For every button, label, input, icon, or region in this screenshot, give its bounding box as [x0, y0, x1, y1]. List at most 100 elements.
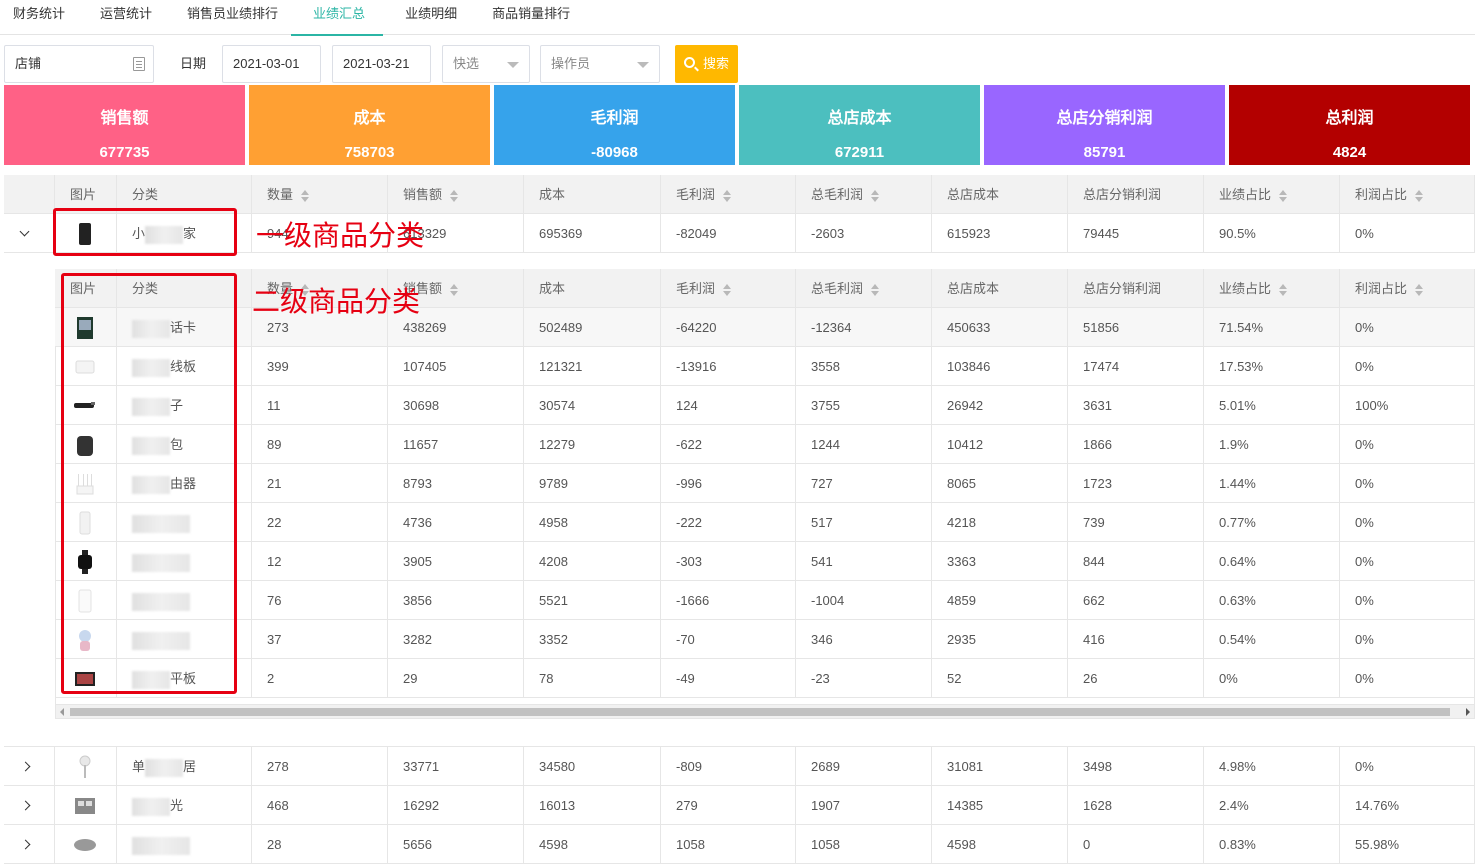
- value-cell-总店成本: 52: [932, 659, 1068, 698]
- secondary-row[interactable]: 76 3856 5521 -1666 -1004 4859 662 0.63% 0%: [55, 581, 1475, 620]
- column-header-10[interactable]: 利润占比: [1340, 175, 1475, 214]
- tab-performance-summary[interactable]: 业绩汇总: [291, 0, 384, 36]
- secondary-row[interactable]: 由器 21 8793 9789 -996 727 8065 1723 1.44% 0%: [55, 464, 1475, 503]
- value-cell-利润占比: 0%: [1340, 542, 1475, 581]
- category-name-tail: 光: [170, 798, 184, 813]
- column-header-4: 成本: [524, 175, 661, 214]
- column-header-label: 业绩占比: [1219, 281, 1272, 296]
- value-cell-数量: 278: [252, 747, 388, 786]
- sort-icon[interactable]: [1279, 189, 1288, 202]
- secondary-row[interactable]: 线板 399 107405 121321 -13916 3558 103846 17474 17…: [55, 347, 1475, 386]
- value-cell-利润占比: 0%: [1340, 214, 1475, 253]
- sort-icon[interactable]: [723, 283, 732, 296]
- sort-icon[interactable]: [450, 189, 459, 202]
- value-cell-总店分销利润: 739: [1068, 503, 1204, 542]
- redacted-text: [145, 758, 184, 777]
- expand-toggle[interactable]: [4, 214, 55, 253]
- secondary-row[interactable]: 子 11 30698 30574 124 3755 26942 3631 5.01% 100%: [55, 386, 1475, 425]
- sort-icon[interactable]: [450, 283, 459, 296]
- store-select[interactable]: 店铺: [4, 45, 154, 83]
- tab-salesperson-ranking[interactable]: 销售员业绩排行: [165, 0, 291, 35]
- sort-icon[interactable]: [871, 283, 880, 296]
- value-cell-毛利润: -64220: [661, 308, 796, 347]
- tab-product-sales-ranking[interactable]: 商品销量排行: [470, 0, 583, 35]
- sort-icon[interactable]: [1279, 283, 1288, 296]
- scroll-left-icon[interactable]: [60, 708, 64, 716]
- tab-performance-detail[interactable]: 业绩明细: [383, 0, 470, 35]
- value-cell-总店分销利润: 1866: [1068, 425, 1204, 464]
- date-end-input[interactable]: 2021-03-21: [332, 45, 431, 83]
- value-cell-利润占比: 0%: [1340, 464, 1475, 503]
- column-header-9[interactable]: 业绩占比: [1204, 269, 1340, 308]
- value-cell-总店分销利润: 79445: [1068, 214, 1204, 253]
- column-header-2[interactable]: 数量: [252, 175, 388, 214]
- value-cell-总店分销利润: 0: [1068, 825, 1204, 864]
- value-cell-数量: 11: [252, 386, 388, 425]
- secondary-row[interactable]: 37 3282 3352 -70 346 2935 416 0.54% 0%: [55, 620, 1475, 659]
- horizontal-scrollbar[interactable]: [56, 704, 1474, 718]
- tab-finance[interactable]: 财务统计: [0, 0, 78, 35]
- column-header-label: 总店分销利润: [1083, 187, 1162, 202]
- column-header-6[interactable]: 总毛利润: [796, 175, 932, 214]
- value-cell-业绩占比: 0.83%: [1204, 825, 1340, 864]
- column-header-3[interactable]: 销售额: [388, 175, 524, 214]
- primary-row[interactable]: 光 468 16292 16013 279 1907 14385 1628 2.4% 14.76%: [4, 786, 1475, 825]
- secondary-row[interactable]: 包 89 11657 12279 -622 1244 10412 1866 1.9% 0%: [55, 425, 1475, 464]
- value-cell-销售额: 3905: [388, 542, 524, 581]
- sort-icon[interactable]: [871, 189, 880, 202]
- value-cell-成本: 12279: [524, 425, 661, 464]
- date-start-input[interactable]: 2021-03-01: [222, 45, 321, 83]
- primary-row[interactable]: 28 5656 4598 1058 1058 4598 0 0.83% 55.98%: [4, 825, 1475, 864]
- value-cell-总店成本: 103846: [932, 347, 1068, 386]
- value-cell-成本: 30574: [524, 386, 661, 425]
- column-header-6[interactable]: 总毛利润: [796, 269, 932, 308]
- value-cell-销售额: 30698: [388, 386, 524, 425]
- expand-toggle[interactable]: [4, 747, 55, 786]
- column-header-5[interactable]: 毛利润: [661, 269, 796, 308]
- value-cell-总店分销利润: 17474: [1068, 347, 1204, 386]
- value-cell-销售额: 8793: [388, 464, 524, 503]
- search-button[interactable]: 搜索: [675, 45, 738, 83]
- value-cell-成本: 4598: [524, 825, 661, 864]
- summary-card: 毛利润 -80968: [494, 85, 735, 165]
- quick-select[interactable]: 快选: [442, 45, 530, 83]
- value-cell-毛利润: 124: [661, 386, 796, 425]
- product-thumbnail: [74, 794, 96, 818]
- sort-icon[interactable]: [301, 189, 310, 202]
- value-cell-成本: 78: [524, 659, 661, 698]
- sort-icon[interactable]: [1415, 189, 1424, 202]
- secondary-row[interactable]: 22 4736 4958 -222 517 4218 739 0.77% 0%: [55, 503, 1475, 542]
- value-cell-销售额: 33771: [388, 747, 524, 786]
- value-cell-毛利润: 1058: [661, 825, 796, 864]
- column-header-9[interactable]: 业绩占比: [1204, 175, 1340, 214]
- column-header-10[interactable]: 利润占比: [1340, 269, 1475, 308]
- value-cell-利润占比: 14.76%: [1340, 786, 1475, 825]
- summary-card-title: 毛利润: [590, 110, 639, 127]
- secondary-row[interactable]: 12 3905 4208 -303 541 3363 844 0.64% 0%: [55, 542, 1475, 581]
- expand-toggle[interactable]: [4, 825, 55, 864]
- value-cell-总店分销利润: 662: [1068, 581, 1204, 620]
- value-cell-总店成本: 4598: [932, 825, 1068, 864]
- value-cell-销售额: 11657: [388, 425, 524, 464]
- value-cell-总店分销利润: 51856: [1068, 308, 1204, 347]
- value-cell-数量: 2: [252, 659, 388, 698]
- value-cell-利润占比: 0%: [1340, 425, 1475, 464]
- sort-icon[interactable]: [1415, 283, 1424, 296]
- secondary-row[interactable]: 平板 2 29 78 -49 -23 52 26 0% 0%: [55, 659, 1475, 698]
- column-header-label: 分类: [132, 187, 159, 202]
- value-cell-总店分销利润: 1628: [1068, 786, 1204, 825]
- value-cell-总店分销利润: 844: [1068, 542, 1204, 581]
- sort-icon[interactable]: [723, 189, 732, 202]
- summary-card: 总利润 4824: [1229, 85, 1470, 165]
- summary-cards: 销售额 677735 成本 758703 毛利润 -80968 总店成本 672911 总店分销…: [4, 85, 1470, 165]
- expand-toggle[interactable]: [4, 786, 55, 825]
- value-cell-成本: 16013: [524, 786, 661, 825]
- column-header-5[interactable]: 毛利润: [661, 175, 796, 214]
- primary-row[interactable]: 单居 278 33771 34580 -809 2689 31081 3498 4.98% 0%: [4, 747, 1475, 786]
- scroll-right-icon[interactable]: [1466, 708, 1470, 716]
- operator-select[interactable]: 操作员: [540, 45, 660, 83]
- annotation-level1-box: [53, 208, 237, 256]
- value-cell-数量: 12: [252, 542, 388, 581]
- tab-operations[interactable]: 运营统计: [78, 0, 165, 35]
- scrollbar-thumb[interactable]: [70, 708, 1450, 716]
